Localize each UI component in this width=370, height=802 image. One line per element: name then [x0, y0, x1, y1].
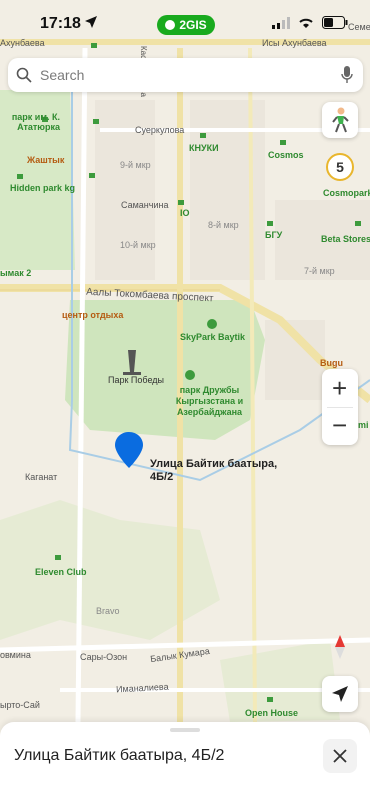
street-label: Bravo	[96, 606, 120, 616]
poi-label[interactable]: КНУКИ	[189, 143, 219, 153]
poi-label[interactable]: Bugu	[320, 358, 343, 368]
search-bar[interactable]: Search	[8, 58, 363, 92]
pin-label-line1: Улица Байтик баатыра,	[150, 458, 278, 470]
navigation-arrow-icon	[332, 686, 348, 702]
poi-label[interactable]: mi	[358, 420, 369, 430]
my-location-button[interactable]	[322, 676, 358, 712]
bottom-sheet[interactable]: Улица Байтик баатыра, 4Б/2	[0, 722, 370, 802]
search-placeholder: Search	[40, 67, 85, 83]
search-icon	[16, 67, 32, 83]
pin-label-line2: 4Б/2	[150, 471, 174, 483]
district-label: 9-й мкр	[120, 160, 151, 170]
close-button[interactable]	[323, 739, 357, 773]
zoom-in-label: +	[332, 373, 348, 403]
street-label: овмина	[0, 650, 31, 660]
poi-label[interactable]: БГУ	[265, 230, 282, 240]
district-label: 10-й мкр	[120, 240, 156, 250]
district-label: 8-й мкр	[208, 220, 239, 230]
poi-label[interactable]: Cosmopark	[323, 188, 370, 198]
2gis-badge-label: 2GIS	[179, 18, 207, 32]
close-icon	[333, 749, 347, 763]
location-arrow-icon	[85, 16, 97, 28]
battery-icon	[322, 16, 348, 29]
poi-label[interactable]: парк им. К. Ататюрка	[0, 112, 60, 132]
zoom-out-button[interactable]: −	[322, 407, 358, 445]
poi-label[interactable]: Hidden park kg	[10, 183, 75, 193]
traffic-score-badge[interactable]: 5	[326, 153, 354, 181]
status-time: 17:18	[40, 15, 81, 32]
wifi-icon	[299, 18, 313, 28]
walking-person-icon	[332, 107, 349, 133]
status-bar: 17:18 2GIS	[0, 0, 370, 48]
poi-label[interactable]: Beta Stores	[321, 234, 370, 244]
poi-label[interactable]: Eleven Club	[35, 567, 87, 577]
poi-label[interactable]: Жаштык	[27, 155, 64, 165]
status-icons	[272, 16, 348, 29]
location-pin-icon[interactable]	[113, 430, 145, 470]
street-label: Сары-Озон	[80, 652, 128, 662]
microphone-icon[interactable]	[341, 66, 353, 84]
zoom-in-button[interactable]: +	[322, 369, 358, 407]
pedestrian-mode-button[interactable]	[322, 102, 358, 138]
street-label: Суеркулова	[135, 125, 185, 135]
poi-label[interactable]: IO	[180, 208, 190, 218]
zoom-controls: + −	[322, 369, 358, 445]
compass-icon[interactable]	[332, 633, 348, 661]
district-label: 7-й мкр	[304, 266, 335, 276]
cellular-signal-icon	[272, 16, 290, 29]
poi-label[interactable]: Cosmos	[268, 150, 304, 160]
street-label: Каганат	[25, 472, 58, 482]
zoom-out-label: −	[332, 410, 348, 440]
street-label: Саманчина	[121, 200, 169, 210]
street-label: ырто-Сай	[0, 700, 40, 710]
poi-label[interactable]: парк Дружбы Кыргызстана и Азербайджана	[172, 385, 247, 418]
poi-label[interactable]: Парк Победы	[108, 375, 164, 385]
2gis-badge[interactable]: 2GIS	[157, 15, 215, 35]
2gis-logo-icon	[165, 20, 176, 30]
poi-label[interactable]: Open House	[245, 708, 298, 718]
sheet-handle[interactable]	[170, 728, 200, 732]
selected-address: Улица Байтик баатыра, 4Б/2	[14, 747, 225, 764]
traffic-score: 5	[336, 159, 344, 175]
poi-label[interactable]: SkyPark Baytik	[180, 332, 245, 342]
pin-label: Улица Байтик баатыра, 4Б/2	[150, 458, 277, 484]
poi-label[interactable]: центр отдыха	[62, 310, 123, 320]
street-label: ымак 2	[0, 268, 32, 278]
